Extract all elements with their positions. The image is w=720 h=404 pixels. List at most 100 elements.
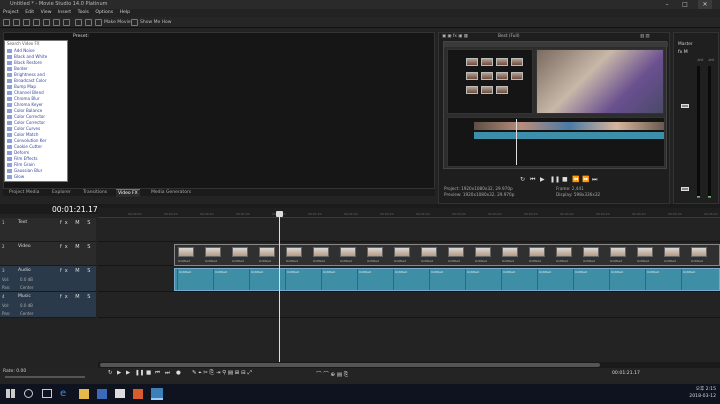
preview-settings-icon[interactable]: ▣ ▣ fx ▣ ▦ xyxy=(442,33,468,40)
properties-icon[interactable] xyxy=(33,19,40,26)
menu-tools[interactable]: Tools xyxy=(78,10,89,15)
redo-icon[interactable] xyxy=(85,19,92,26)
prev-frame-icon[interactable]: ⏪ xyxy=(572,176,579,184)
open-icon[interactable] xyxy=(13,19,20,26)
transport-pause-button[interactable]: ❚❚ xyxy=(135,370,144,376)
tab-project-media[interactable]: Project Media xyxy=(7,189,41,196)
lane-music[interactable] xyxy=(98,292,720,318)
preview-overlays-icon[interactable]: ▥ ▤ xyxy=(640,33,650,40)
record-button[interactable]: ● xyxy=(176,370,181,376)
go-to-end-button[interactable]: ⏭ xyxy=(165,370,170,377)
audio-clip[interactable]: Untitled Untitled Untitled Untitled Untitled… xyxy=(174,268,720,291)
audio-event-divider xyxy=(609,269,610,290)
minimize-button[interactable]: – xyxy=(660,0,674,9)
video-clip[interactable]: Untitled Untitled Untitled Untitled Untitled… xyxy=(174,244,720,266)
audio-event-divider xyxy=(393,269,394,290)
cut-icon[interactable] xyxy=(43,19,50,26)
store-icon[interactable] xyxy=(97,389,107,399)
track-header-video[interactable]: 2 Video fx M S xyxy=(0,242,96,266)
pan-value[interactable]: Center xyxy=(20,311,33,316)
stop-icon[interactable]: ■ xyxy=(562,176,568,184)
video-thumbnail xyxy=(232,247,248,257)
menu-options[interactable]: Options xyxy=(95,10,113,15)
time-ruler[interactable]: 00:00:0000:00:2000:00:4000:01:0000:01:20… xyxy=(98,208,720,218)
loop-playback-icon[interactable]: ↻ xyxy=(108,370,113,376)
go-to-start-button[interactable]: ⏮ xyxy=(155,370,160,377)
file-explorer-icon[interactable] xyxy=(79,389,89,399)
go-end-icon[interactable]: ⏭ xyxy=(592,176,597,184)
close-button[interactable]: ✕ xyxy=(698,0,712,9)
clip-name-label: Untitled xyxy=(475,259,487,263)
track-name[interactable]: Text xyxy=(18,220,27,225)
help-icon[interactable] xyxy=(131,19,138,26)
undo-icon[interactable] xyxy=(75,19,82,26)
track-name[interactable]: Music xyxy=(18,294,31,299)
play-from-start-icon[interactable]: ⏮ xyxy=(530,176,535,184)
fx-search-input[interactable]: Search Video FX xyxy=(7,41,67,47)
save-icon[interactable] xyxy=(23,19,30,26)
menu-project[interactable]: Project xyxy=(3,10,19,15)
video-thumbnail xyxy=(394,247,410,257)
transport-stop-button[interactable]: ■ xyxy=(146,370,151,376)
snap-tools-icon[interactable]: ⌒ ⌒ ⊕ ▤ ⎘ xyxy=(316,370,348,379)
start-icon[interactable] xyxy=(6,389,15,398)
app-icon-orange[interactable] xyxy=(133,389,143,399)
tab-transitions[interactable]: Transitions xyxy=(81,189,109,196)
taskbar-clock[interactable]: 오후 2:15 2018-03-12 xyxy=(672,386,716,400)
track-controls[interactable]: fx M S xyxy=(60,244,93,250)
loop-icon[interactable]: ↻ xyxy=(520,176,525,184)
maximize-button[interactable]: □ xyxy=(678,0,692,9)
make-movie-icon[interactable] xyxy=(95,19,102,26)
menu-insert[interactable]: Insert xyxy=(58,10,71,15)
paste-icon[interactable] xyxy=(63,19,70,26)
master-fader-right[interactable] xyxy=(681,187,689,191)
new-icon[interactable] xyxy=(3,19,10,26)
pan-value[interactable]: Center xyxy=(20,285,33,290)
clip-name-label: Untitled xyxy=(583,259,595,263)
playhead-line[interactable] xyxy=(279,212,280,362)
play-icon[interactable]: ▶ xyxy=(540,176,545,184)
track-header-music[interactable]: 4 Music fx M S Vol: 0.0 dB Pan: Center xyxy=(0,292,96,318)
search-icon[interactable] xyxy=(24,389,33,398)
mail-icon[interactable] xyxy=(115,389,125,398)
master-fader-left[interactable] xyxy=(681,104,689,108)
copy-icon[interactable] xyxy=(53,19,60,26)
movie-studio-taskbar-icon[interactable] xyxy=(151,388,163,400)
track-name[interactable]: Audio xyxy=(18,268,31,273)
menu-help[interactable]: Help xyxy=(120,10,130,15)
track-header-text[interactable]: 1 Text fx M S xyxy=(0,218,96,242)
clip-name-label: Untitled xyxy=(394,259,406,263)
display-format: Display: 598x336x32 xyxy=(556,192,601,197)
next-frame-icon[interactable]: ⏩ xyxy=(582,176,589,184)
show-me-how-button[interactable]: Show Me How xyxy=(140,19,171,26)
clip-name-label: Untitled xyxy=(502,259,514,263)
ruler-tick-label: 00:00:40 xyxy=(200,212,214,216)
edit-tools-icon[interactable]: ✎ ⌖ ✂ ⎘ ⇥ ⚲ ▤ ⊞ ⊟ ⤢ xyxy=(192,370,252,377)
make-movie-button[interactable]: Make Movie xyxy=(104,19,131,26)
volume-value[interactable]: 0.0 dB xyxy=(20,277,33,282)
track-name[interactable]: Video xyxy=(18,244,31,249)
menu-view[interactable]: View xyxy=(41,10,52,15)
pause-icon[interactable]: ❚❚ xyxy=(550,176,560,184)
preview-quality-select[interactable]: Best (Full) xyxy=(498,33,520,40)
rate-slider[interactable] xyxy=(5,376,85,378)
tab-media-generators[interactable]: Media Generators xyxy=(149,189,193,196)
tab-video-fx[interactable]: Video FX xyxy=(116,189,140,197)
track-controls[interactable]: fx M S xyxy=(60,220,93,226)
edge-icon[interactable]: e xyxy=(60,389,70,399)
menu-edit[interactable]: Edit xyxy=(25,10,34,15)
track-header-audio[interactable]: 3 Audio fx M S Vol: 0.0 dB Pan: Center xyxy=(0,266,96,292)
task-view-icon[interactable] xyxy=(42,389,52,398)
track-controls[interactable]: fx M S xyxy=(60,294,93,300)
tab-explorer[interactable]: Explorer xyxy=(50,189,73,196)
master-fx-buttons[interactable]: fx M xyxy=(678,50,688,55)
track-controls[interactable]: fx M S xyxy=(60,268,93,274)
fx-item-label: Cookie Cutter xyxy=(14,144,43,149)
volume-value[interactable]: 0.0 dB xyxy=(20,303,33,308)
transport-play-button[interactable]: ▶ xyxy=(126,370,130,376)
fx-list-item[interactable]: Glow xyxy=(7,174,67,180)
fx-plugin-icon xyxy=(7,121,12,125)
play-from-start-button[interactable]: ▶ xyxy=(117,370,121,376)
playhead-handle[interactable] xyxy=(276,211,283,217)
lane-text[interactable] xyxy=(98,218,720,242)
